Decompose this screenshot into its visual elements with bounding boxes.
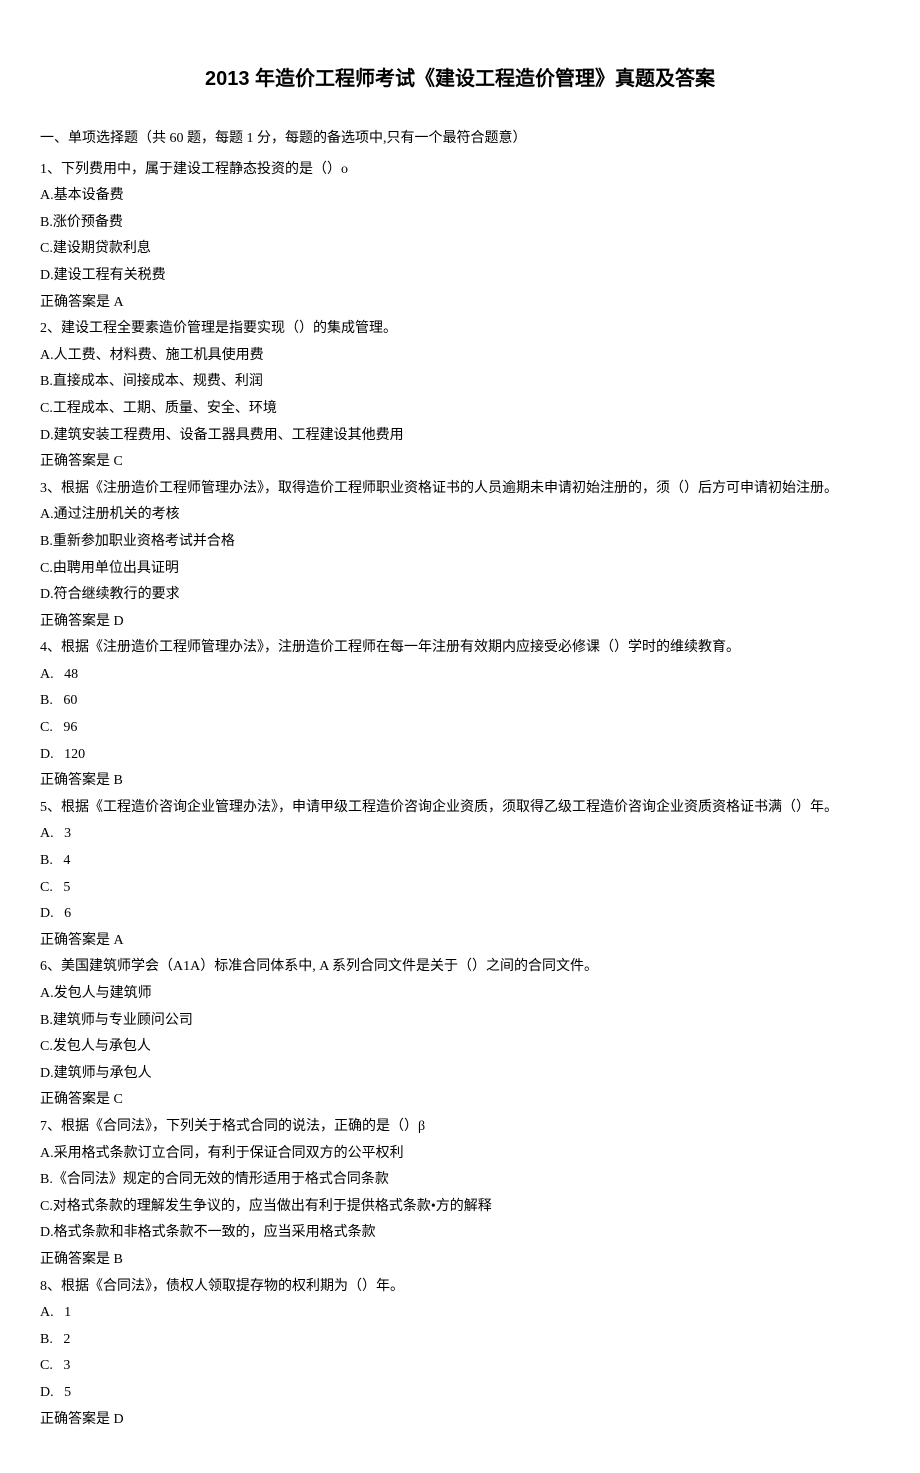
question-answer: 正确答案是 D — [40, 1407, 880, 1434]
question-option: C. 5 — [40, 875, 880, 902]
question-stem: 8、根据《合同法》，债权人领取提存物的权利期为（）年。 — [40, 1274, 880, 1301]
question-stem: 3、根据《注册造价工程师管理办法》，取得造价工程师职业资格证书的人员逾期未申请初… — [40, 476, 880, 503]
question-option: B.涨价预备费 — [40, 210, 880, 237]
question-option: C.由聘用单位出具证明 — [40, 556, 880, 583]
question-option: C.工程成本、工期、质量、安全、环境 — [40, 396, 880, 423]
question-option: C. 96 — [40, 715, 880, 742]
question-option: A.采用格式条款订立合同，有利于保证合同双方的公平权利 — [40, 1141, 880, 1168]
question-answer: 正确答案是 C — [40, 1087, 880, 1114]
question-option: D.建设工程有关税费 — [40, 263, 880, 290]
page-title: 2013 年造价工程师考试《建设工程造价管理》真题及答案 — [40, 60, 880, 98]
question-option: A. 48 — [40, 662, 880, 689]
question-option: C.对格式条款的理解发生争议的，应当做出有利于提供格式条款•方的解释 — [40, 1194, 880, 1221]
question-option: B.建筑师与专业顾问公司 — [40, 1008, 880, 1035]
question-answer: 正确答案是 B — [40, 768, 880, 795]
question-list: 1、下列费用中，属于建设工程静态投资的是（）oA.基本设备费B.涨价预备费C.建… — [40, 157, 880, 1434]
question-stem: 5、根据《工程造价咨询企业管理办法》，申请甲级工程造价咨询企业资质，须取得乙级工… — [40, 795, 880, 822]
question-option: B.重新参加职业资格考试并合格 — [40, 529, 880, 556]
question-option: B.直接成本、间接成本、规费、利润 — [40, 369, 880, 396]
question-answer: 正确答案是 D — [40, 609, 880, 636]
question-option: A.人工费、材料费、施工机具使用费 — [40, 343, 880, 370]
section-header: 一、单项选择题（共 60 题，每题 1 分，每题的备选项中,只有一个最符合题意） — [40, 126, 880, 153]
question-stem: 7、根据《合同法》，下列关于格式合同的说法，正确的是（）β — [40, 1114, 880, 1141]
question-option: B.《合同法》规定的合同无效的情形适用于格式合同条款 — [40, 1167, 880, 1194]
question-option: B. 2 — [40, 1327, 880, 1354]
question-option: D. 5 — [40, 1380, 880, 1407]
question-option: C.发包人与承包人 — [40, 1034, 880, 1061]
question-answer: 正确答案是 C — [40, 449, 880, 476]
question-option: D. 6 — [40, 901, 880, 928]
question-option: D.建筑师与承包人 — [40, 1061, 880, 1088]
question-option: D.符合继续教行的要求 — [40, 582, 880, 609]
question-option: C.建设期贷款利息 — [40, 236, 880, 263]
question-option: D.格式条款和非格式条款不一致的，应当采用格式条款 — [40, 1220, 880, 1247]
question-option: D. 120 — [40, 742, 880, 769]
question-stem: 6、美国建筑师学会（A1A）标准合同体系中, A 系列合同文件是关于（）之间的合… — [40, 954, 880, 981]
question-option: A.基本设备费 — [40, 183, 880, 210]
question-answer: 正确答案是 A — [40, 290, 880, 317]
question-stem: 1、下列费用中，属于建设工程静态投资的是（）o — [40, 157, 880, 184]
question-option: A. 3 — [40, 821, 880, 848]
question-option: A. 1 — [40, 1300, 880, 1327]
question-option: B. 4 — [40, 848, 880, 875]
question-answer: 正确答案是 A — [40, 928, 880, 955]
question-option: D.建筑安装工程费用、设备工器具费用、工程建设其他费用 — [40, 423, 880, 450]
question-stem: 4、根据《注册造价工程师管理办法》，注册造价工程师在每一年注册有效期内应接受必修… — [40, 635, 880, 662]
question-stem: 2、建设工程全要素造价管理是指要实现（）的集成管理。 — [40, 316, 880, 343]
question-option: A.通过注册机关的考核 — [40, 502, 880, 529]
question-option: B. 60 — [40, 688, 880, 715]
question-option: A.发包人与建筑师 — [40, 981, 880, 1008]
question-answer: 正确答案是 B — [40, 1247, 880, 1274]
question-option: C. 3 — [40, 1353, 880, 1380]
